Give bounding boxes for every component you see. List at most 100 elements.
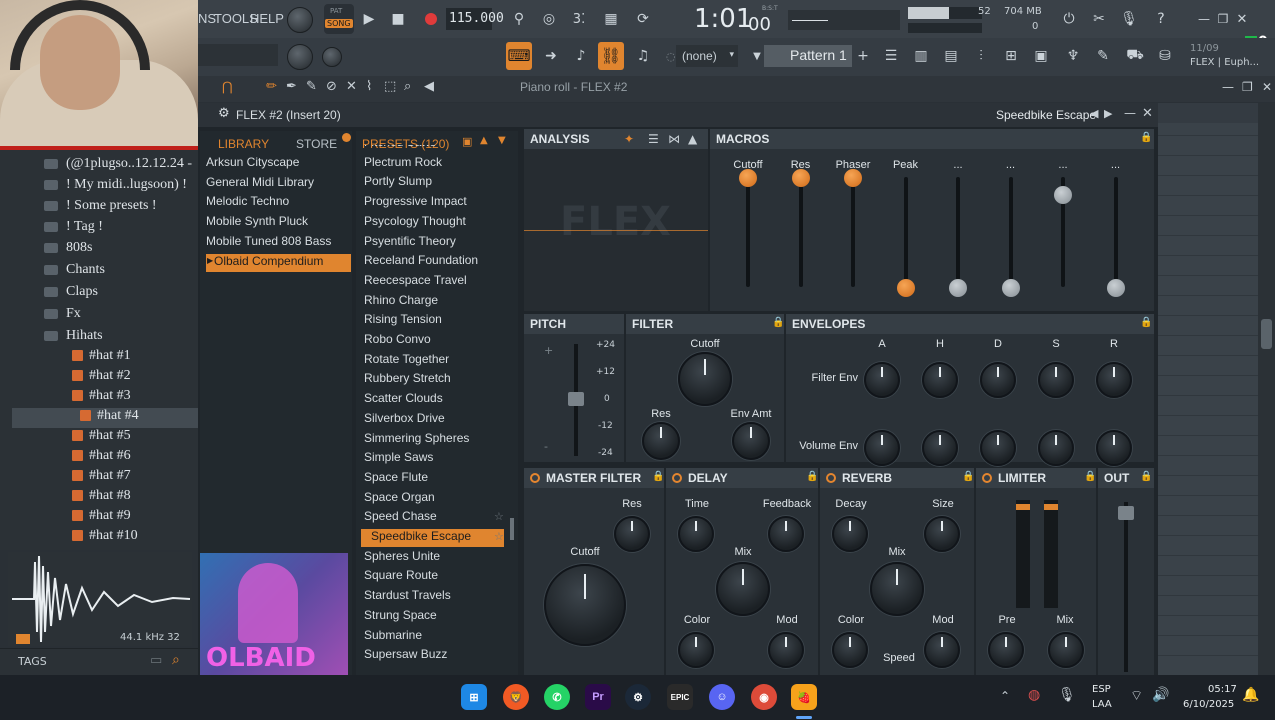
preset-item[interactable]: Space Flute [360,470,510,488]
cut-icon[interactable]: ✂ [1086,6,1112,32]
browser-file-item[interactable]: #hat #9 [0,508,190,528]
envelope-knob[interactable] [980,362,1016,398]
volume-icon[interactable]: 🔊 [1152,687,1169,703]
macro-slider-track[interactable] [1008,177,1013,287]
macro-slider-track[interactable] [746,177,750,287]
chrome-icon[interactable]: ◉ [751,684,777,710]
master-pitch-knob[interactable] [287,44,313,70]
epic-games-icon[interactable]: EPIC [667,684,693,710]
reverb-power-icon[interactable] [826,473,836,483]
envelope-knob[interactable] [922,430,958,466]
preset-item[interactable]: Scatter Clouds [360,391,510,409]
preset-item[interactable]: Receland Foundation [360,253,510,271]
discord-icon[interactable]: ☺ [709,684,735,710]
piano-roll-minimize-icon[interactable]: — [1222,80,1234,94]
piano-roll-title[interactable]: Piano roll - FLEX #2 [520,80,627,94]
envelope-knob[interactable] [1038,430,1074,466]
play-button[interactable]: ▶ [356,6,382,32]
browser-icon[interactable]: ⊞ [998,43,1024,69]
browser-folder-item[interactable]: ! My midi..lugsoon) ! [0,177,190,197]
macro-slider-thumb[interactable] [949,279,967,297]
macro-slider-thumb[interactable] [1106,279,1125,297]
master-filter-cutoff-knob[interactable] [544,564,626,646]
reset-icon[interactable]: ⏻ [1056,6,1082,32]
envelope-knob[interactable] [1038,362,1074,398]
preset-item[interactable]: Plectrum Rock [360,155,510,173]
envelope-knob[interactable] [1096,362,1132,398]
search-icon[interactable]: ⌕ [172,652,180,668]
analysis-expand-icon[interactable]: ⋈ [668,132,680,146]
flex-titlebar[interactable]: ⚙ FLEX #2 (Insert 20) Speedbike Escape ◀… [198,103,1158,127]
whatsapp-icon[interactable]: ✆ [544,684,570,710]
piano-roll-close-icon[interactable]: ✕ [1262,80,1272,94]
filter-cutoff-knob[interactable] [678,352,732,406]
macro-slider-track[interactable] [956,177,960,287]
master-filter-res-knob[interactable] [614,516,650,552]
close-icon[interactable]: ✕ [1229,6,1255,32]
favorite-star-icon[interactable]: ☆ [494,510,504,523]
out-volume-thumb[interactable] [1118,506,1134,520]
preset-scrollbar[interactable] [510,518,514,540]
preset-item[interactable]: Robo Convo [360,332,510,350]
notification-bell-icon[interactable]: 🔔 [1242,687,1259,703]
delay-color-knob[interactable] [678,632,714,668]
next-preset-arrow[interactable]: ▶ [1104,107,1112,120]
browser-file-item[interactable]: #hat #2 [0,368,190,388]
browser-file-item[interactable]: #hat #8 [0,488,190,508]
folder-icon[interactable]: ▭ [150,653,162,668]
browser-folder-item[interactable]: Fx [0,306,190,326]
keyboard-layout[interactable]: LAA [1092,699,1112,710]
fl-studio-icon[interactable]: 🍓 [791,684,817,710]
mute-icon[interactable]: ✕ [346,79,357,94]
delay-time-knob[interactable] [678,516,714,552]
macro-slider-thumb[interactable] [896,279,915,297]
shop-icon[interactable]: ⛟ [1122,43,1148,69]
preset-item[interactable]: Rotate Together [360,352,510,370]
preset-item[interactable]: Square Route [360,568,510,586]
wifi-icon[interactable]: ⌔ [1130,687,1143,705]
macro-slider-track[interactable] [851,177,855,287]
browser-file-item[interactable]: #hat #7 [0,468,190,488]
browser-folder-item[interactable]: Chants [0,262,190,282]
favorite-star-icon[interactable]: ☆ [494,530,504,543]
typing-keyboard-button[interactable]: ⌨ [506,42,532,70]
preset-item[interactable]: Psyentific Theory [360,234,510,252]
playlist-scrollbar[interactable] [1258,103,1275,675]
preset-item[interactable]: Submarine [360,628,510,646]
reverb-lock-icon[interactable]: 🔒 [962,471,974,482]
preset-item[interactable]: Portly Slump [360,174,510,192]
reverb-decay-knob[interactable] [832,516,868,552]
channel-select[interactable]: (none) ▾ [676,45,738,67]
browser-folder-item[interactable]: 808s [0,240,190,260]
playback-icon[interactable]: ◀ [424,79,434,94]
premiere-icon[interactable]: Pr [585,684,611,710]
playlist-icon[interactable]: ☰ [878,43,904,69]
pat-song-toggle[interactable]: PAT SONG [324,4,354,34]
delay-mix-knob[interactable] [716,562,770,616]
delay-power-icon[interactable] [672,473,682,483]
analysis-list-icon[interactable]: ☰ [648,132,659,146]
tempo-tap-knob[interactable] [322,47,342,67]
plugin-picker-icon[interactable]: ♆ [1060,43,1086,69]
link-button[interactable]: ⛓ [598,42,624,70]
browser-file-item[interactable]: #hat #4 [12,408,202,428]
tray-mic-icon[interactable]: 🎙 [1058,687,1076,703]
preset-item[interactable]: Stardust Travels [360,588,510,606]
delay-feedback-knob[interactable] [768,516,804,552]
reverb-mix-knob[interactable] [870,562,924,616]
envelope-knob[interactable] [980,430,1016,466]
macro-slider-thumb[interactable] [844,169,862,187]
tray-app-icon[interactable]: ◍ [1028,687,1040,703]
preset-item[interactable]: Strung Space [360,608,510,626]
envelope-knob[interactable] [1096,430,1132,466]
language-code[interactable]: ESP [1092,684,1111,695]
macro-slider-thumb[interactable] [1001,279,1020,297]
preset-item[interactable]: Supersaw Buzz [360,647,510,665]
preset-item[interactable]: Rising Tension [360,312,510,330]
preset-item[interactable]: Progressive Impact [360,194,510,212]
envelope-knob[interactable] [864,430,900,466]
tools-icon[interactable]: ✎ [1090,43,1116,69]
add-pattern-button[interactable]: + [850,43,876,69]
preset-item[interactable]: Simple Saws [360,450,510,468]
preview-play-icon[interactable] [16,634,30,644]
